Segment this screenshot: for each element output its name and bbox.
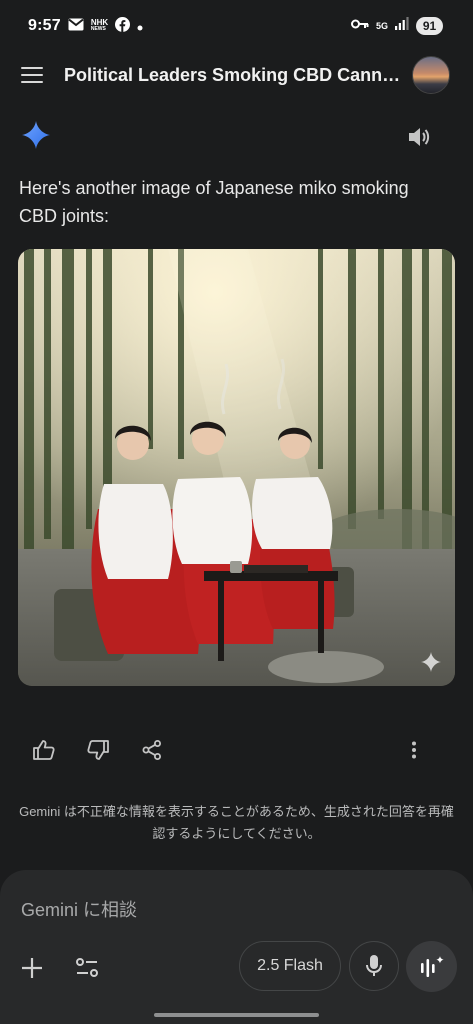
live-waveform-icon (420, 955, 444, 977)
battery-indicator: 91 (416, 17, 443, 35)
model-selector-button[interactable]: 2.5 Flash (239, 941, 341, 991)
more-options-button[interactable] (394, 734, 434, 766)
more-vert-icon (412, 741, 416, 759)
home-indicator[interactable] (154, 1013, 319, 1017)
gmail-icon (68, 18, 84, 35)
menu-button[interactable] (20, 63, 44, 87)
network-type: 5G (375, 20, 388, 31)
status-right: 5G 91 (350, 17, 443, 35)
mic-icon (366, 955, 382, 976)
gemini-live-button[interactable] (406, 941, 457, 992)
status-bar: 9:57 NHK NEWS 5G 91 (0, 0, 473, 52)
status-left: 9:57 NHK NEWS (28, 16, 143, 36)
read-aloud-button[interactable] (406, 124, 432, 150)
hamburger-icon (21, 67, 43, 83)
generated-image-illustration (18, 249, 455, 686)
share-button[interactable] (132, 734, 172, 766)
account-avatar[interactable] (412, 56, 450, 94)
facebook-icon (115, 16, 131, 36)
tune-icon (76, 958, 98, 977)
disclaimer-text: Gemini は不正確な情報を表示することがあるため、生成された回答を再確認する… (19, 804, 454, 841)
response-header (22, 120, 432, 154)
speaker-icon (409, 128, 430, 146)
gemini-sparkle-icon (22, 120, 50, 154)
prompt-panel: 2.5 Flash (0, 870, 473, 1024)
share-icon (142, 740, 161, 760)
dot-icon (137, 18, 143, 35)
response-text: Here's another image of Japanese miko sm… (19, 178, 409, 226)
signal-icon (395, 17, 409, 35)
tools-button[interactable] (73, 954, 101, 982)
plus-icon (22, 958, 42, 978)
ai-generated-sparkle-icon (421, 652, 441, 672)
thumbs-down-button[interactable] (78, 734, 118, 766)
thumbs-up-button[interactable] (24, 734, 64, 766)
microphone-button[interactable] (349, 941, 399, 991)
conversation-title[interactable]: Political Leaders Smoking CBD Canna... (64, 65, 402, 86)
prompt-input[interactable] (21, 897, 421, 923)
add-attachment-button[interactable] (18, 954, 46, 982)
thumbs-down-icon (87, 740, 109, 760)
nhk-news-icon: NHK NEWS (90, 18, 109, 33)
thumbs-up-icon (33, 740, 55, 760)
response-actions (24, 734, 434, 766)
generated-image[interactable] (18, 249, 455, 686)
vpn-key-icon (350, 17, 369, 35)
app-bar: Political Leaders Smoking CBD Canna... (0, 52, 473, 98)
clock: 9:57 (28, 17, 61, 34)
